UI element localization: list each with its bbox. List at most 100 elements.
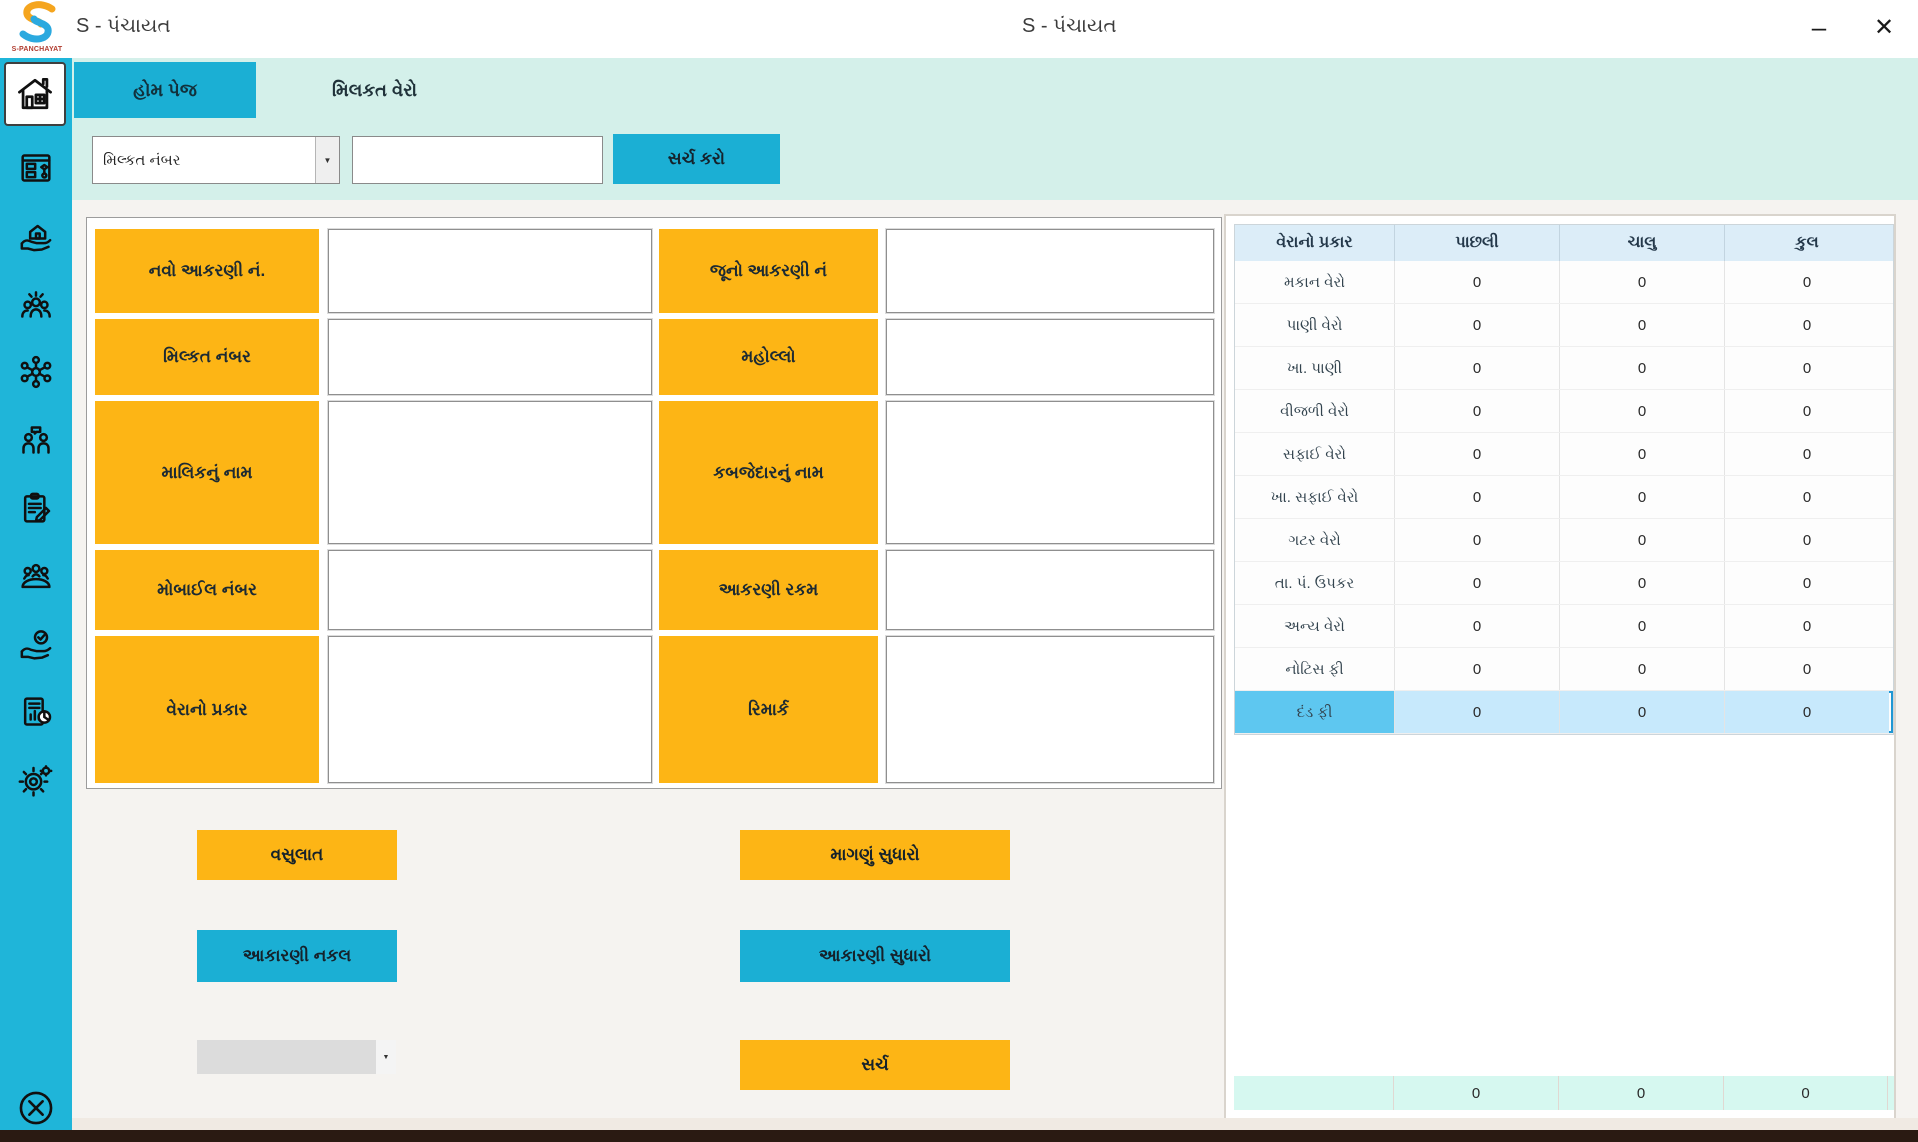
- table-row[interactable]: નોટિસ ફી 0 0 0: [1235, 648, 1893, 691]
- sidebar: [0, 58, 72, 1130]
- bottom-dropdown-value: [197, 1040, 376, 1074]
- table-row[interactable]: પાણી વેરો 0 0 0: [1235, 304, 1893, 347]
- report-analytics-icon: [16, 692, 56, 732]
- search-filter-dropdown[interactable]: મિલ્કત નંબર ▼: [92, 136, 340, 184]
- form-search-button[interactable]: સર્ચ: [740, 1040, 1010, 1090]
- sidebar-item-reports[interactable]: [0, 690, 72, 734]
- sidebar-item-team[interactable]: [0, 282, 72, 326]
- bottom-dropdown[interactable]: ▼: [197, 1040, 396, 1074]
- form-field-left[interactable]: [328, 636, 652, 783]
- tax-table-header: વેરાનો પ્રકાર પાછલી ચાલુ કુલ: [1235, 225, 1893, 261]
- table-row[interactable]: મકાન વેરો 0 0 0: [1235, 261, 1893, 304]
- search-input[interactable]: [352, 136, 603, 184]
- form-label-left: નવો આકરણી નં.: [95, 229, 319, 313]
- minimize-button[interactable]: –: [1796, 6, 1842, 48]
- sidebar-item-survey[interactable]: [0, 486, 72, 530]
- close-button[interactable]: ✕: [1858, 6, 1910, 48]
- sidebar-item-finance[interactable]: [0, 350, 72, 394]
- collection-button[interactable]: વસુલાત: [197, 830, 397, 880]
- previous-cell: 0: [1395, 519, 1560, 561]
- assessment-update-button[interactable]: આકારણી સુધારો: [740, 930, 1010, 982]
- chevron-down-icon[interactable]: ▼: [315, 137, 339, 183]
- form-row: માલિકનું નામ કબજેદારનું નામ: [87, 401, 1221, 544]
- previous-cell: 0: [1395, 433, 1560, 475]
- team-idea-icon: [16, 284, 56, 324]
- form-field-left[interactable]: [328, 401, 652, 544]
- search-filter-value: મિલ્કત નંબર: [93, 152, 315, 169]
- tab-property-tax[interactable]: મિલકત વેરો: [277, 62, 472, 118]
- table-row[interactable]: ખા. પાણી 0 0 0: [1235, 347, 1893, 390]
- approval-hand-icon: [16, 624, 56, 664]
- chevron-down-icon[interactable]: ▼: [376, 1040, 396, 1074]
- total-label-cell: [1234, 1076, 1394, 1110]
- current-cell: 0: [1560, 691, 1725, 733]
- assessment-copy-button[interactable]: આકારણી નકલ: [197, 930, 397, 982]
- tax-type-cell: અન્ય વેરો: [1235, 605, 1395, 647]
- total-cell: 0: [1725, 476, 1889, 518]
- form-field-right[interactable]: [886, 636, 1214, 783]
- total-cell: 0: [1725, 605, 1889, 647]
- app-window: S-PANCHAYAT S - પંચાયત S - પંચાયત – ✕: [0, 0, 1918, 1142]
- sidebar-item-property[interactable]: [0, 214, 72, 258]
- sidebar-item-settings[interactable]: [0, 758, 72, 802]
- table-row[interactable]: ગટર વેરો 0 0 0: [1235, 519, 1893, 562]
- form-field-right[interactable]: [886, 229, 1214, 313]
- form-label-left: વેરાનો પ્રકાર: [95, 636, 319, 783]
- form-field-left[interactable]: [328, 550, 652, 630]
- table-row[interactable]: તા. પં. ઉપકર 0 0 0: [1235, 562, 1893, 605]
- tab-home[interactable]: હોમ પેજ: [74, 62, 256, 118]
- form-label-right: રિમાર્ક: [659, 636, 878, 783]
- form-label-right: કબજેદારનું નામ: [659, 401, 878, 544]
- search-button[interactable]: સર્ચ કરો: [613, 134, 780, 184]
- current-cell: 0: [1560, 562, 1725, 604]
- previous-cell: 0: [1395, 347, 1560, 389]
- sidebar-item-approval[interactable]: [0, 622, 72, 666]
- bottom-dark-strip: [0, 1130, 1918, 1142]
- table-row[interactable]: ખા. સફાઈ વેરો 0 0 0: [1235, 476, 1893, 519]
- committee-icon: [16, 556, 56, 596]
- form-row: વેરાનો પ્રકાર રિમાર્ક: [87, 636, 1221, 783]
- previous-cell: 0: [1395, 605, 1560, 647]
- col-header-current: ચાલુ: [1560, 225, 1725, 261]
- total-cell: 0: [1725, 347, 1889, 389]
- form-label-right: મહોલ્લો: [659, 319, 878, 395]
- form-field-left[interactable]: [328, 229, 652, 313]
- total-current-cell: 0: [1559, 1076, 1724, 1110]
- previous-cell: 0: [1395, 562, 1560, 604]
- table-row[interactable]: દંડ ફી 0 0 0: [1235, 691, 1893, 734]
- close-circle-icon: [15, 1087, 57, 1129]
- previous-cell: 0: [1395, 476, 1560, 518]
- sidebar-item-committee[interactable]: [0, 554, 72, 598]
- tax-type-cell: દંડ ફી: [1235, 691, 1395, 733]
- tax-type-cell: ખા. સફાઈ વેરો: [1235, 476, 1395, 518]
- form-row: મિલ્કત નંબર મહોલ્લો: [87, 319, 1221, 395]
- sidebar-item-workflow[interactable]: [0, 146, 72, 190]
- update-demand-button[interactable]: માગણું સુધારો: [740, 830, 1010, 880]
- current-cell: 0: [1560, 261, 1725, 303]
- form-field-left[interactable]: [328, 319, 652, 395]
- sidebar-item-meeting[interactable]: [0, 418, 72, 462]
- form-field-right[interactable]: [886, 550, 1214, 630]
- table-row[interactable]: વીજળી વેરો 0 0 0: [1235, 390, 1893, 433]
- current-cell: 0: [1560, 304, 1725, 346]
- bottom-light-strip: [72, 1118, 1918, 1130]
- sidebar-item-exit[interactable]: [0, 1086, 72, 1130]
- total-cell: 0: [1725, 562, 1889, 604]
- logo-caption: S-PANCHAYAT: [8, 46, 66, 53]
- total-cell: 0: [1725, 648, 1889, 690]
- total-cell: 0: [1725, 519, 1889, 561]
- previous-cell: 0: [1395, 648, 1560, 690]
- form-label-right: જૂનો આકરણી નં: [659, 229, 878, 313]
- previous-cell: 0: [1395, 390, 1560, 432]
- form-field-right[interactable]: [886, 319, 1214, 395]
- table-row[interactable]: સફાઈ વેરો 0 0 0: [1235, 433, 1893, 476]
- total-cell: 0: [1725, 304, 1889, 346]
- table-row[interactable]: અન્ય વેરો 0 0 0: [1235, 605, 1893, 648]
- sidebar-item-home[interactable]: [4, 62, 66, 126]
- tax-type-cell: મકાન વેરો: [1235, 261, 1395, 303]
- current-cell: 0: [1560, 605, 1725, 647]
- window-title: S - પંચાયત: [76, 15, 171, 38]
- window-title-center: S - પંચાયત: [1022, 15, 1117, 38]
- form-field-right[interactable]: [886, 401, 1214, 544]
- current-cell: 0: [1560, 648, 1725, 690]
